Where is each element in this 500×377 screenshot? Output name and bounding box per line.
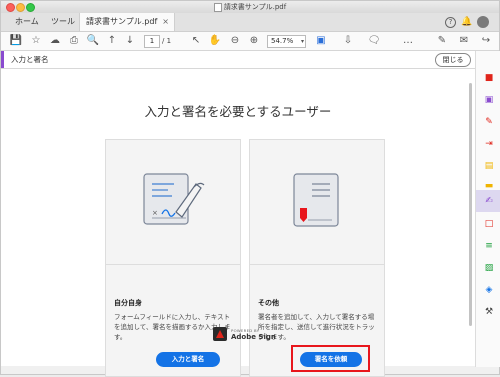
main-content: 入力と署名を必要とするユーザー × 自分自身 フォームフィールドに入力し、テキス… xyxy=(1,69,475,377)
fill-and-sign-icon[interactable]: ✍ xyxy=(482,194,496,208)
shield-icon[interactable]: ◈ xyxy=(482,283,496,297)
tools-settings-icon[interactable]: ⚒ xyxy=(482,305,496,319)
panel-accent-bar xyxy=(1,51,4,68)
scrollbar[interactable] xyxy=(469,83,472,326)
adobe-sign-brand: Adobe Sign xyxy=(231,333,276,341)
print-icon[interactable]: ⎙ xyxy=(67,34,81,48)
highlight-box xyxy=(291,345,370,372)
toolbar: 💾 ☆ ☁ ⎙ 🔍 ↑ ↓ 1 / 1 ↖ ✋ ⊖ ⊕ 54.7% ▾ ▣ ⇩ … xyxy=(1,32,499,51)
window-title: 請求書サンプル.pdf xyxy=(1,1,499,13)
window-title-text: 請求書サンプル.pdf xyxy=(223,3,287,11)
panel-header: 入力と署名 閉じる xyxy=(1,51,475,69)
card-illustration: × xyxy=(106,140,240,265)
page-title: 入力と署名を必要とするユーザー xyxy=(144,104,332,119)
comment-icon[interactable]: 🗨 xyxy=(367,34,381,48)
edit-pdf-rail-icon[interactable]: ✎ xyxy=(482,115,496,129)
card-description: 署名者を追加して、入力して署名する場所を指定し、送信して進行状況をトラックします… xyxy=(258,313,375,341)
card-title: 自分自身 xyxy=(114,299,142,307)
avatar[interactable] xyxy=(477,16,489,28)
close-panel-button[interactable]: 閉じる xyxy=(435,53,471,67)
protect-icon[interactable]: ≡ xyxy=(482,239,496,253)
save-icon[interactable]: 💾 xyxy=(9,34,23,48)
tab-tools[interactable]: ツール xyxy=(45,13,81,31)
card-title: その他 xyxy=(258,299,279,307)
page-number-input[interactable]: 1 xyxy=(144,35,160,48)
annotation-icon[interactable]: ▬ xyxy=(482,179,496,193)
zoom-out-icon[interactable]: ⊖ xyxy=(228,34,242,48)
adobe-logo-icon xyxy=(213,327,227,341)
fit-page-icon[interactable]: ⇩ xyxy=(341,34,355,48)
card-illustration xyxy=(250,140,384,265)
page-display-icon[interactable]: ▣ xyxy=(314,34,328,48)
card-self: × 自分自身 フォームフィールドに入力し、テキストを追加して、署名を描画するか入… xyxy=(105,139,241,377)
fill-and-sign-button[interactable]: 入力と署名 xyxy=(156,352,220,367)
previous-page-icon[interactable]: ↑ xyxy=(105,34,119,48)
bookmark-star-icon[interactable]: ☆ xyxy=(29,34,43,48)
export-icon[interactable]: □ xyxy=(482,217,496,231)
tab-home[interactable]: ホーム xyxy=(9,13,45,31)
zoom-dropdown-icon[interactable]: ▾ xyxy=(301,35,304,48)
hand-tool-icon[interactable]: ✋ xyxy=(208,34,222,48)
app-window: 請求書サンプル.pdf ホーム ツール 請求書サンプル.pdf × ? 🔔 💾 … xyxy=(0,0,500,377)
notification-bell-icon[interactable]: 🔔 xyxy=(461,16,473,28)
self-sign-illustration-icon: × xyxy=(143,173,205,225)
comment-rail-icon[interactable]: ▤ xyxy=(482,159,496,173)
tab-bar: ホーム ツール 請求書サンプル.pdf × ? 🔔 xyxy=(1,13,499,32)
tab-document-label: 請求書サンプル.pdf xyxy=(86,17,158,26)
request-signature-illustration-icon xyxy=(293,173,339,227)
select-cursor-icon[interactable]: ↖ xyxy=(189,34,203,48)
help-icon[interactable]: ? xyxy=(445,17,456,28)
combine-files-icon[interactable]: ▣ xyxy=(482,93,496,107)
upload-cloud-icon[interactable]: ☁ xyxy=(48,34,62,48)
edit-pdf-icon[interactable]: ✎ xyxy=(435,34,449,48)
search-icon[interactable]: 🔍 xyxy=(86,34,100,48)
tab-close-icon[interactable]: × xyxy=(162,13,169,31)
right-tool-rail: ■ ▣ ✎ ⇥ ▤ ▬ ✍ □ ≡ ▨ ◈ ⚒ xyxy=(475,51,500,367)
tab-document[interactable]: 請求書サンプル.pdf × xyxy=(79,13,175,31)
panel-title: 入力と署名 xyxy=(11,55,49,64)
card-others: その他 署名者を追加して、入力して署名する場所を指定し、送信して進行状況をトラッ… xyxy=(249,139,385,377)
document-icon xyxy=(213,2,222,12)
create-pdf-icon[interactable]: ■ xyxy=(482,71,496,85)
more-options-icon[interactable]: … xyxy=(401,34,415,48)
optimize-icon[interactable]: ▨ xyxy=(482,261,496,275)
next-page-icon[interactable]: ↓ xyxy=(123,34,137,48)
mail-icon[interactable]: ✉ xyxy=(457,34,471,48)
zoom-in-icon[interactable]: ⊕ xyxy=(247,34,261,48)
export-pdf-icon[interactable]: ⇥ xyxy=(482,137,496,151)
svg-text:×: × xyxy=(152,209,158,217)
page-total: / 1 xyxy=(162,37,172,45)
share-icon[interactable]: ↪ xyxy=(479,34,493,48)
